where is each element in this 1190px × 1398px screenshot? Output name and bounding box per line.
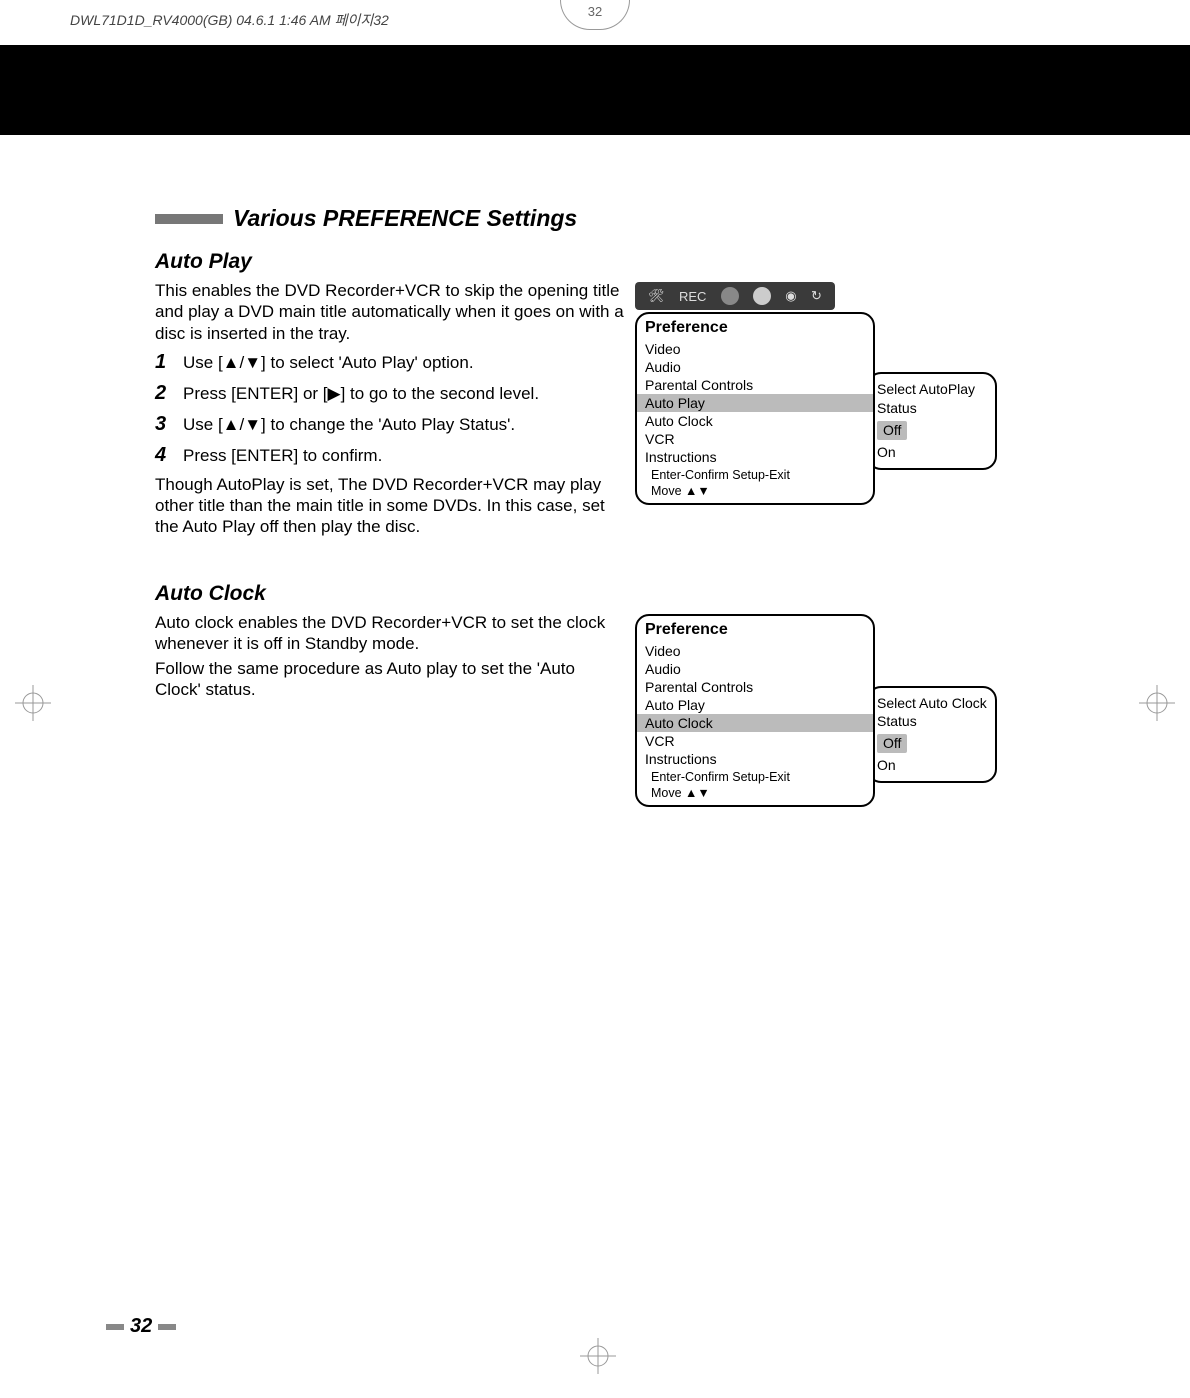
menu-item-parental[interactable]: Parental Controls — [637, 376, 873, 394]
setup-icon-bar: 🛠 REC ◉ ↻ — [635, 282, 835, 310]
auto-play-text-column: This enables the DVD Recorder+VCR to ski… — [155, 280, 625, 542]
menu-item-autoclock[interactable]: Auto Clock — [637, 412, 873, 430]
auto-clock-text-column: Auto clock enables the DVD Recorder+VCR … — [155, 612, 625, 807]
section-title: Various PREFERENCE Settings — [233, 205, 577, 232]
auto-clock-para2: Follow the same procedure as Auto play t… — [155, 658, 625, 701]
rec-icon: REC — [679, 289, 706, 304]
step-text: Use [▲/▼] to change the 'Auto Play Statu… — [183, 412, 625, 437]
autoplay-status-box: Select AutoPlay Status Off On — [867, 372, 997, 470]
auto-clock-section: Auto Clock Auto clock enables the DVD Re… — [155, 582, 1035, 807]
registration-mark-bottom — [580, 1338, 616, 1374]
auto-clock-menu-column: Preference Video Audio Parental Controls… — [635, 612, 1035, 807]
globe-icon — [721, 287, 739, 305]
menu-item-autoplay[interactable]: Auto Play — [637, 394, 873, 412]
menu-item-vcr[interactable]: VCR — [637, 430, 873, 448]
step-text: Use [▲/▼] to select 'Auto Play' option. — [183, 350, 625, 375]
refresh-icon: ↻ — [811, 288, 822, 304]
tools-icon: 🛠 — [648, 288, 665, 304]
auto-clock-heading: Auto Clock — [155, 582, 1035, 606]
step-text: Press [ENTER] to confirm. — [183, 443, 625, 468]
page-content: Various PREFERENCE Settings Auto Play Th… — [155, 205, 1035, 847]
menu-item-parental[interactable]: Parental Controls — [637, 678, 873, 696]
menu-item-autoclock[interactable]: Auto Clock — [637, 714, 873, 732]
auto-play-heading: Auto Play — [155, 250, 1035, 274]
menu-item-video[interactable]: Video — [637, 642, 873, 660]
print-header: DWL71D1D_RV4000(GB) 04.6.1 1:46 AM 페이지32 — [70, 10, 389, 30]
step-3: 3 Use [▲/▼] to change the 'Auto Play Sta… — [155, 412, 625, 437]
option-off[interactable]: Off — [877, 421, 907, 440]
menu-item-instructions[interactable]: Instructions — [637, 750, 873, 768]
auto-clock-para1: Auto clock enables the DVD Recorder+VCR … — [155, 612, 625, 655]
title-bar-decoration — [155, 214, 223, 224]
step-num: 2 — [155, 381, 183, 406]
step-2: 2 Press [ENTER] or [▶] to go to the seco… — [155, 381, 625, 406]
page-number: 32 — [100, 1315, 182, 1338]
auto-play-section: Auto Play This enables the DVD Recorder+… — [155, 250, 1035, 542]
menu-hint-enter: Enter-Confirm Setup-Exit — [637, 466, 873, 482]
menu-hint-move: Move ▲▼ — [637, 482, 873, 498]
menu-item-audio[interactable]: Audio — [637, 660, 873, 678]
auto-play-menu-row: Preference Video Audio Parental Controls… — [635, 312, 1035, 505]
preference-menu-autoplay: Preference Video Audio Parental Controls… — [635, 312, 875, 505]
auto-clock-menu-row: Preference Video Audio Parental Controls… — [635, 614, 1035, 807]
menu-item-instructions[interactable]: Instructions — [637, 448, 873, 466]
side-title: Select Auto Clock Status — [877, 694, 987, 732]
auto-play-menu-column: 🛠 REC ◉ ↻ Preference Video Audio Parenta… — [635, 280, 1035, 542]
menu-item-autoplay[interactable]: Auto Play — [637, 696, 873, 714]
section-title-row: Various PREFERENCE Settings — [155, 205, 1035, 232]
menu-item-video[interactable]: Video — [637, 340, 873, 358]
menu-hint-move: Move ▲▼ — [637, 784, 873, 800]
step-num: 3 — [155, 412, 183, 437]
black-band — [0, 45, 1190, 135]
menu-header: Preference — [637, 621, 873, 642]
step-1: 1 Use [▲/▼] to select 'Auto Play' option… — [155, 350, 625, 375]
autoclock-status-box: Select Auto Clock Status Off On — [867, 686, 997, 784]
side-title: Select AutoPlay Status — [877, 380, 987, 418]
auto-play-intro: This enables the DVD Recorder+VCR to ski… — [155, 280, 625, 344]
menu-item-vcr[interactable]: VCR — [637, 732, 873, 750]
option-on[interactable]: On — [877, 756, 987, 775]
registration-mark-left — [15, 685, 51, 721]
step-num: 4 — [155, 443, 183, 468]
menu-hint-enter: Enter-Confirm Setup-Exit — [637, 768, 873, 784]
menu-header: Preference — [637, 319, 873, 340]
step-num: 1 — [155, 350, 183, 375]
option-on[interactable]: On — [877, 443, 987, 462]
registration-mark-right — [1139, 685, 1175, 721]
menu-item-audio[interactable]: Audio — [637, 358, 873, 376]
option-off[interactable]: Off — [877, 734, 907, 753]
preference-menu-autoclock: Preference Video Audio Parental Controls… — [635, 614, 875, 807]
disc-icon: ◉ — [785, 288, 796, 304]
step-text: Press [ENTER] or [▶] to go to the second… — [183, 381, 625, 406]
crop-page-number: 32 — [560, 0, 630, 30]
step-4: 4 Press [ENTER] to confirm. — [155, 443, 625, 468]
ring-icon — [753, 287, 771, 305]
auto-play-note: Though AutoPlay is set, The DVD Recorder… — [155, 474, 625, 538]
